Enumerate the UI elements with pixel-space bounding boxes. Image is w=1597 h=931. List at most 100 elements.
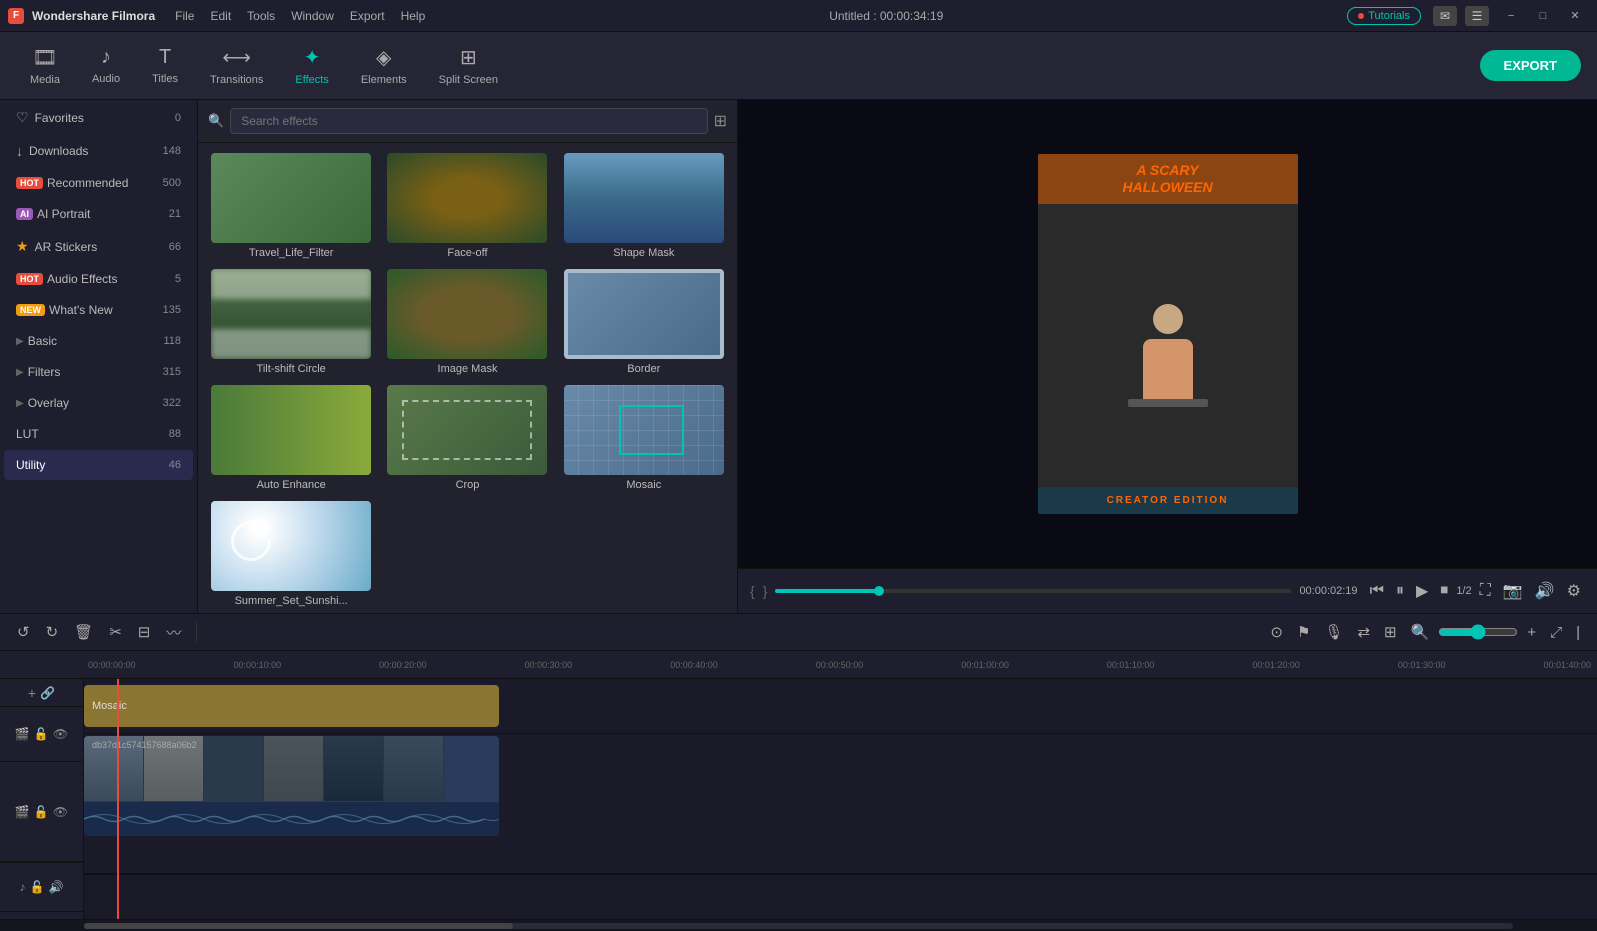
toolbar-titles[interactable]: T Titles bbox=[138, 40, 192, 91]
mosaic-clip[interactable]: Mosaic bbox=[84, 685, 499, 727]
scrollbar-track[interactable] bbox=[84, 923, 1513, 929]
play-button[interactable]: ▶ bbox=[1412, 579, 1432, 603]
minimize-button[interactable]: − bbox=[1497, 6, 1525, 26]
rewind-button[interactable]: ⏮ bbox=[1366, 580, 1388, 602]
toolbar-audio[interactable]: ♪ Audio bbox=[78, 40, 134, 91]
person-head bbox=[1153, 304, 1183, 334]
sidebar-item-downloads[interactable]: ↓ Downloads 148 bbox=[4, 135, 193, 167]
track-eye-button[interactable]: 👁 bbox=[53, 727, 68, 741]
play-pause-button[interactable]: ⏸ bbox=[1392, 580, 1408, 602]
close-button[interactable]: ✕ bbox=[1561, 6, 1589, 26]
tutorials-button[interactable]: Tutorials bbox=[1347, 7, 1421, 25]
settings-extra-button[interactable]: ⚙ bbox=[1563, 579, 1585, 603]
effect-face-off[interactable]: Face-off bbox=[380, 149, 554, 263]
zoom-in-button[interactable]: + bbox=[1522, 621, 1541, 644]
menu-file[interactable]: File bbox=[175, 9, 194, 23]
waveform-button[interactable]: 〰 bbox=[161, 619, 186, 646]
snapshot-button[interactable]: 📷 bbox=[1499, 579, 1527, 603]
sidebar-item-utility[interactable]: Utility 46 bbox=[4, 450, 193, 480]
sidebar-item-audio-effects[interactable]: HOT Audio Effects 5 bbox=[4, 264, 193, 294]
thumb-4 bbox=[264, 736, 324, 801]
bracket-start-button[interactable]: { bbox=[750, 583, 755, 599]
effect-label-shapemask: Shape Mask bbox=[613, 247, 674, 259]
settings-button[interactable]: ☰ bbox=[1465, 6, 1489, 26]
undo-button[interactable]: ↺ bbox=[12, 620, 35, 644]
effect-mosaic[interactable]: Mosaic bbox=[557, 381, 731, 495]
sidebar-item-whats-new[interactable]: NEW What's New 135 bbox=[4, 295, 193, 325]
zoom-out-button[interactable]: 🔍 bbox=[1406, 620, 1435, 644]
maximize-button[interactable]: □ bbox=[1529, 6, 1557, 26]
marker-button[interactable]: ⚑ bbox=[1292, 620, 1315, 644]
bracket-end-button[interactable]: } bbox=[763, 583, 768, 599]
effect-summer-set[interactable]: Summer_Set_Sunshi... bbox=[204, 497, 378, 611]
menu-export[interactable]: Export bbox=[350, 9, 385, 23]
fit-button[interactable]: ⤢ bbox=[1545, 621, 1567, 644]
person-desk bbox=[1128, 399, 1208, 407]
menu-help[interactable]: Help bbox=[401, 9, 426, 23]
sidebar-item-ai-portrait[interactable]: AI AI Portrait 21 bbox=[4, 199, 193, 229]
toolbar-transitions[interactable]: ⟷ Transitions bbox=[196, 39, 277, 92]
effect-tilt-shift[interactable]: Tilt-shift Circle bbox=[204, 265, 378, 379]
audio-volume-button[interactable]: 🔊 bbox=[49, 880, 64, 894]
toolbar-elements[interactable]: ◈ Elements bbox=[347, 39, 421, 92]
effect-crop[interactable]: Crop bbox=[380, 381, 554, 495]
toolbar-split-screen[interactable]: ⊞ Split Screen bbox=[425, 39, 512, 92]
progress-fill bbox=[775, 589, 878, 593]
ruler-mark-6: 00:01:00:00 bbox=[961, 660, 1009, 670]
sidebar-item-favorites[interactable]: ♡ Favorites 0 bbox=[4, 101, 193, 134]
menu-window[interactable]: Window bbox=[291, 9, 334, 23]
track-lock-button-2[interactable]: 🔓 bbox=[34, 805, 49, 819]
audio-lock-button[interactable]: 🔓 bbox=[30, 880, 45, 894]
sidebar-item-filters[interactable]: ▶ Filters 315 bbox=[4, 357, 193, 387]
effect-thumb-border bbox=[564, 269, 724, 359]
grid-view-icon[interactable]: ⊞ bbox=[714, 111, 727, 131]
content-area: ♡ Favorites 0 ↓ Downloads 148 HOT Recomm… bbox=[0, 100, 1597, 613]
grid-button[interactable]: ⊞ bbox=[1379, 620, 1402, 644]
track-video-icon-2[interactable]: 🎬 bbox=[15, 805, 30, 819]
effect-image-mask[interactable]: Image Mask bbox=[380, 265, 554, 379]
adjust-button[interactable]: ⇄ bbox=[1352, 620, 1375, 644]
track-video-icon[interactable]: 🎬 bbox=[15, 727, 30, 741]
audio-effects-label: Audio Effects bbox=[47, 272, 175, 286]
effect-auto-enhance[interactable]: Auto Enhance bbox=[204, 381, 378, 495]
toolbar-media[interactable]: 🎞 Media bbox=[16, 39, 74, 92]
audio-adjust-button[interactable]: ⊟ bbox=[133, 620, 156, 644]
effect-shape-mask[interactable]: Shape Mask bbox=[557, 149, 731, 263]
ai-portrait-label: AI Portrait bbox=[37, 207, 169, 221]
effects-grid: Travel_Life_Filter Face-off Shape Mask T… bbox=[198, 143, 737, 613]
sidebar-item-recommended[interactable]: HOT Recommended 500 bbox=[4, 168, 193, 198]
messages-button[interactable]: ✉ bbox=[1433, 6, 1457, 26]
preview-title-top: A SCARYHALLOWEEN bbox=[1038, 154, 1298, 204]
voice-button[interactable]: 🎙 bbox=[1319, 620, 1348, 644]
collapse-button[interactable]: | bbox=[1571, 621, 1585, 644]
track-eye-button-2[interactable]: 👁 bbox=[53, 805, 68, 819]
volume-button[interactable]: 🔊 bbox=[1531, 579, 1559, 603]
audio-track-icon[interactable]: ♪ bbox=[20, 880, 26, 894]
zoom-slider[interactable] bbox=[1438, 624, 1518, 640]
link-track-button[interactable]: 🔗 bbox=[40, 686, 55, 700]
snap-button[interactable]: ⊙ bbox=[1265, 620, 1288, 644]
progress-bar[interactable] bbox=[775, 589, 1291, 593]
sidebar-item-lut[interactable]: LUT 88 bbox=[4, 419, 193, 449]
music-track-row bbox=[84, 874, 1597, 919]
sidebar-item-basic[interactable]: ▶ Basic 118 bbox=[4, 326, 193, 356]
delete-button[interactable]: 🗑 bbox=[69, 620, 98, 644]
recommended-label: Recommended bbox=[47, 176, 163, 190]
stop-button[interactable]: ⏹ bbox=[1436, 580, 1452, 602]
overlay-count: 322 bbox=[163, 397, 181, 409]
effect-travel-life-filter[interactable]: Travel_Life_Filter bbox=[204, 149, 378, 263]
toolbar-effects[interactable]: ✦ Effects bbox=[281, 39, 342, 92]
search-input[interactable] bbox=[230, 108, 707, 134]
add-track-button[interactable]: + bbox=[28, 685, 36, 701]
cut-button[interactable]: ✂ bbox=[104, 620, 127, 644]
track-lock-button[interactable]: 🔓 bbox=[34, 727, 49, 741]
menu-tools[interactable]: Tools bbox=[247, 9, 275, 23]
redo-button[interactable]: ↻ bbox=[41, 620, 64, 644]
export-button[interactable]: EXPORT bbox=[1480, 50, 1581, 81]
fullscreen-button[interactable]: ⛶ bbox=[1476, 580, 1495, 602]
sidebar-item-ar-stickers[interactable]: ★ AR Stickers 66 bbox=[4, 230, 193, 263]
effect-thumb-faceoff bbox=[387, 153, 547, 243]
menu-edit[interactable]: Edit bbox=[210, 9, 231, 23]
effect-border[interactable]: Border bbox=[557, 265, 731, 379]
sidebar-item-overlay[interactable]: ▶ Overlay 322 bbox=[4, 388, 193, 418]
